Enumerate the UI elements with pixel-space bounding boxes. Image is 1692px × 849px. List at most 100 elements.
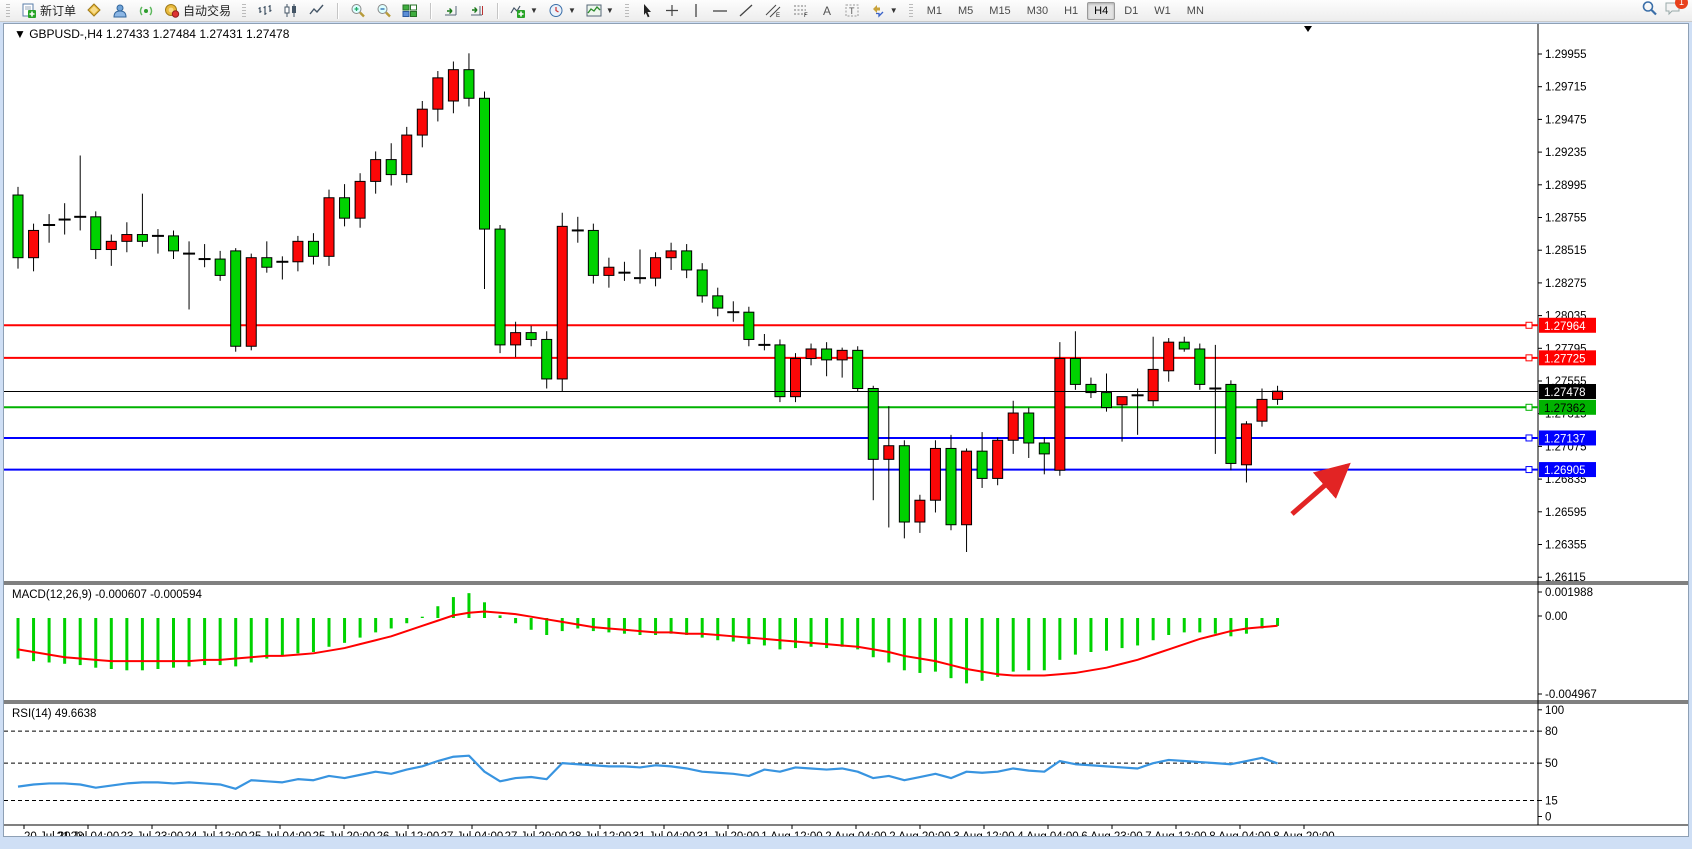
bear-candle[interactable] xyxy=(231,251,241,346)
bear-candle[interactable] xyxy=(682,251,692,270)
timeframe-button-m15[interactable]: M15 xyxy=(982,2,1017,20)
zoom-in-button[interactable] xyxy=(346,1,370,20)
price-chart[interactable]: 1.299551.297151.294751.292351.289951.287… xyxy=(4,24,1688,836)
new-order-button[interactable]: 新订单 xyxy=(17,1,80,20)
line-handle[interactable] xyxy=(1526,322,1532,328)
time-axis-label[interactable]: 21 Jul 04:00 xyxy=(57,831,120,836)
line-handle[interactable] xyxy=(1526,467,1532,473)
bear-candle[interactable] xyxy=(1226,384,1236,463)
toolbar-grip[interactable] xyxy=(242,4,246,18)
bull-candle[interactable] xyxy=(915,500,925,522)
bull-candle[interactable] xyxy=(1164,342,1174,371)
time-axis-label[interactable]: 24 Jul 12:00 xyxy=(185,831,248,836)
bull-candle[interactable] xyxy=(1117,397,1127,405)
time-axis-label[interactable]: 4 Aug 04:00 xyxy=(1017,831,1078,836)
bear-candle[interactable] xyxy=(853,350,863,388)
time-axis-label[interactable]: 27 Jul 04:00 xyxy=(441,831,504,836)
bear-candle[interactable] xyxy=(464,70,474,99)
bear-candle[interactable] xyxy=(1102,393,1112,408)
bear-candle[interactable] xyxy=(868,388,878,459)
indicators-caret[interactable]: ▼ xyxy=(530,6,538,15)
line-chart-button[interactable] xyxy=(305,1,329,20)
auto-scroll-button[interactable] xyxy=(439,1,463,20)
search-icon[interactable] xyxy=(1641,0,1658,21)
bull-candle[interactable] xyxy=(371,160,381,182)
bear-candle[interactable] xyxy=(262,258,272,268)
bull-candle[interactable] xyxy=(29,230,39,257)
bear-candle[interactable] xyxy=(1039,443,1049,454)
candlestick-button[interactable] xyxy=(279,1,303,20)
bull-candle[interactable] xyxy=(1148,369,1158,400)
bear-candle[interactable] xyxy=(946,448,956,524)
periods-button[interactable]: ▼ xyxy=(544,1,580,20)
bull-candle[interactable] xyxy=(246,258,256,347)
market-watch-button[interactable] xyxy=(82,1,106,20)
bull-candle[interactable] xyxy=(293,241,303,261)
bear-candle[interactable] xyxy=(1070,359,1080,385)
line-handle[interactable] xyxy=(1526,404,1532,410)
time-axis-label[interactable]: 31 Jul 20:00 xyxy=(697,831,760,836)
bar-chart-button[interactable] xyxy=(253,1,277,20)
bull-candle[interactable] xyxy=(106,241,116,249)
cursor-button[interactable] xyxy=(636,1,658,20)
bull-candle[interactable] xyxy=(433,78,443,109)
timeframe-button-m1[interactable]: M1 xyxy=(920,2,949,20)
bear-candle[interactable] xyxy=(744,312,754,339)
trendline-button[interactable] xyxy=(734,1,758,20)
vertical-line-button[interactable] xyxy=(686,1,706,20)
bull-candle[interactable] xyxy=(448,70,458,101)
timeframe-button-m5[interactable]: M5 xyxy=(951,2,980,20)
bear-candle[interactable] xyxy=(1195,349,1205,384)
crosshair-button[interactable] xyxy=(660,1,684,20)
equidistant-channel-button[interactable]: E xyxy=(760,1,786,20)
bull-candle[interactable] xyxy=(324,198,334,257)
signals-button[interactable] xyxy=(134,1,158,20)
bull-candle[interactable] xyxy=(666,251,676,258)
bull-candle[interactable] xyxy=(417,109,427,135)
time-axis-label[interactable]: 6 Aug 23:00 xyxy=(1081,831,1142,836)
zoom-out-button[interactable] xyxy=(372,1,396,20)
arrows-button[interactable]: ▼ xyxy=(866,1,902,20)
time-axis-label[interactable]: 1 Aug 12:00 xyxy=(761,831,822,836)
notifications-button[interactable]: 1 xyxy=(1664,0,1682,21)
time-axis-label[interactable]: 27 Jul 20:00 xyxy=(505,831,568,836)
text-label-button[interactable]: T xyxy=(840,1,864,20)
chart-shift-button[interactable] xyxy=(465,1,489,20)
time-axis-label[interactable]: 23 Jul 23:00 xyxy=(121,831,184,836)
line-handle[interactable] xyxy=(1526,355,1532,361)
bull-candle[interactable] xyxy=(791,359,801,397)
fibonacci-button[interactable]: F xyxy=(788,1,814,20)
bull-candle[interactable] xyxy=(355,181,365,218)
time-axis-label[interactable]: 25 Jul 20:00 xyxy=(313,831,376,836)
bull-candle[interactable] xyxy=(1257,399,1267,421)
chart-area[interactable]: 1.299551.297151.294751.292351.289951.287… xyxy=(3,23,1689,837)
bear-candle[interactable] xyxy=(13,195,23,258)
bull-candle[interactable] xyxy=(651,258,661,278)
bear-candle[interactable] xyxy=(697,270,707,296)
bull-candle[interactable] xyxy=(1055,359,1065,471)
bull-candle[interactable] xyxy=(993,440,1003,478)
bull-candle[interactable] xyxy=(402,135,412,175)
templates-caret[interactable]: ▼ xyxy=(606,6,614,15)
terminal-button[interactable] xyxy=(108,1,132,20)
bull-candle[interactable] xyxy=(604,267,614,275)
bear-candle[interactable] xyxy=(480,98,490,229)
time-axis-label[interactable]: 25 Jul 04:00 xyxy=(249,831,312,836)
bear-candle[interactable] xyxy=(526,333,536,340)
bear-candle[interactable] xyxy=(977,451,987,478)
toolbar-grip[interactable] xyxy=(6,4,10,18)
timeframe-button-mn[interactable]: MN xyxy=(1180,2,1211,20)
indicators-button[interactable]: ▼ xyxy=(506,1,542,20)
periods-caret[interactable]: ▼ xyxy=(568,6,576,15)
toolbar-grip[interactable] xyxy=(625,4,629,18)
bear-candle[interactable] xyxy=(822,349,832,360)
text-button[interactable]: A xyxy=(816,1,838,20)
bear-candle[interactable] xyxy=(713,296,723,308)
time-axis-label[interactable]: 28 Jul 12:00 xyxy=(569,831,632,836)
bear-candle[interactable] xyxy=(495,229,505,345)
bull-candle[interactable] xyxy=(1273,391,1283,399)
bear-candle[interactable] xyxy=(899,446,909,522)
timeframe-button-w1[interactable]: W1 xyxy=(1147,2,1178,20)
bear-candle[interactable] xyxy=(542,339,552,379)
bear-candle[interactable] xyxy=(386,160,396,175)
